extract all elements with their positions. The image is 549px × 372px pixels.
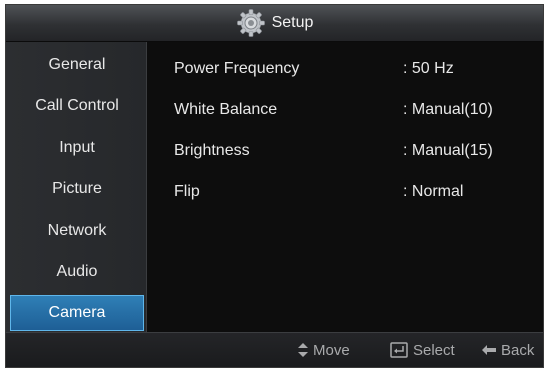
hint-move: Move — [298, 333, 350, 367]
hint-move-label: Move — [313, 341, 350, 359]
title-bar: Setup — [6, 5, 543, 42]
setting-row-power-frequency[interactable]: Power Frequency : 50 Hz — [147, 60, 543, 84]
setting-label: Brightness — [174, 142, 250, 159]
footer-hints: Move Select Back — [6, 332, 543, 367]
hint-back: Back — [482, 333, 534, 367]
left-arrow-icon — [482, 345, 496, 355]
sidebar-item-picture[interactable]: Picture — [10, 171, 144, 207]
setting-value: : Manual(15) — [403, 142, 493, 159]
sidebar-item-audio[interactable]: Audio — [10, 254, 144, 290]
enter-key-icon — [390, 342, 408, 358]
camera-settings-panel: Power Frequency : 50 Hz White Balance : … — [147, 42, 543, 335]
up-down-arrows-icon — [298, 343, 308, 357]
sidebar-item-call-control[interactable]: Call Control — [10, 88, 144, 124]
setting-value: : Manual(10) — [403, 101, 493, 118]
sidebar: General Call Control Input Picture Netwo… — [6, 42, 147, 335]
setting-label: White Balance — [174, 101, 278, 118]
hint-back-label: Back — [501, 341, 535, 359]
hint-select: Select — [390, 333, 455, 367]
setting-row-white-balance[interactable]: White Balance : Manual(10) — [147, 101, 543, 125]
setting-value: : 50 Hz — [403, 60, 454, 77]
page-title: Setup — [271, 14, 314, 31]
setting-row-brightness[interactable]: Brightness : Manual(15) — [147, 142, 543, 166]
sidebar-item-network[interactable]: Network — [10, 213, 144, 249]
setting-label: Flip — [174, 183, 200, 200]
sidebar-item-camera[interactable]: Camera — [10, 295, 144, 331]
setting-row-flip[interactable]: Flip : Normal — [147, 183, 543, 207]
sidebar-item-general[interactable]: General — [10, 47, 144, 83]
hint-select-label: Select — [413, 341, 455, 359]
gear-icon — [236, 9, 265, 37]
setting-value: : Normal — [403, 183, 464, 200]
setup-window: Setup General Call Control Input Picture… — [5, 4, 544, 368]
setting-label: Power Frequency — [174, 60, 300, 77]
sidebar-item-input[interactable]: Input — [10, 130, 144, 166]
